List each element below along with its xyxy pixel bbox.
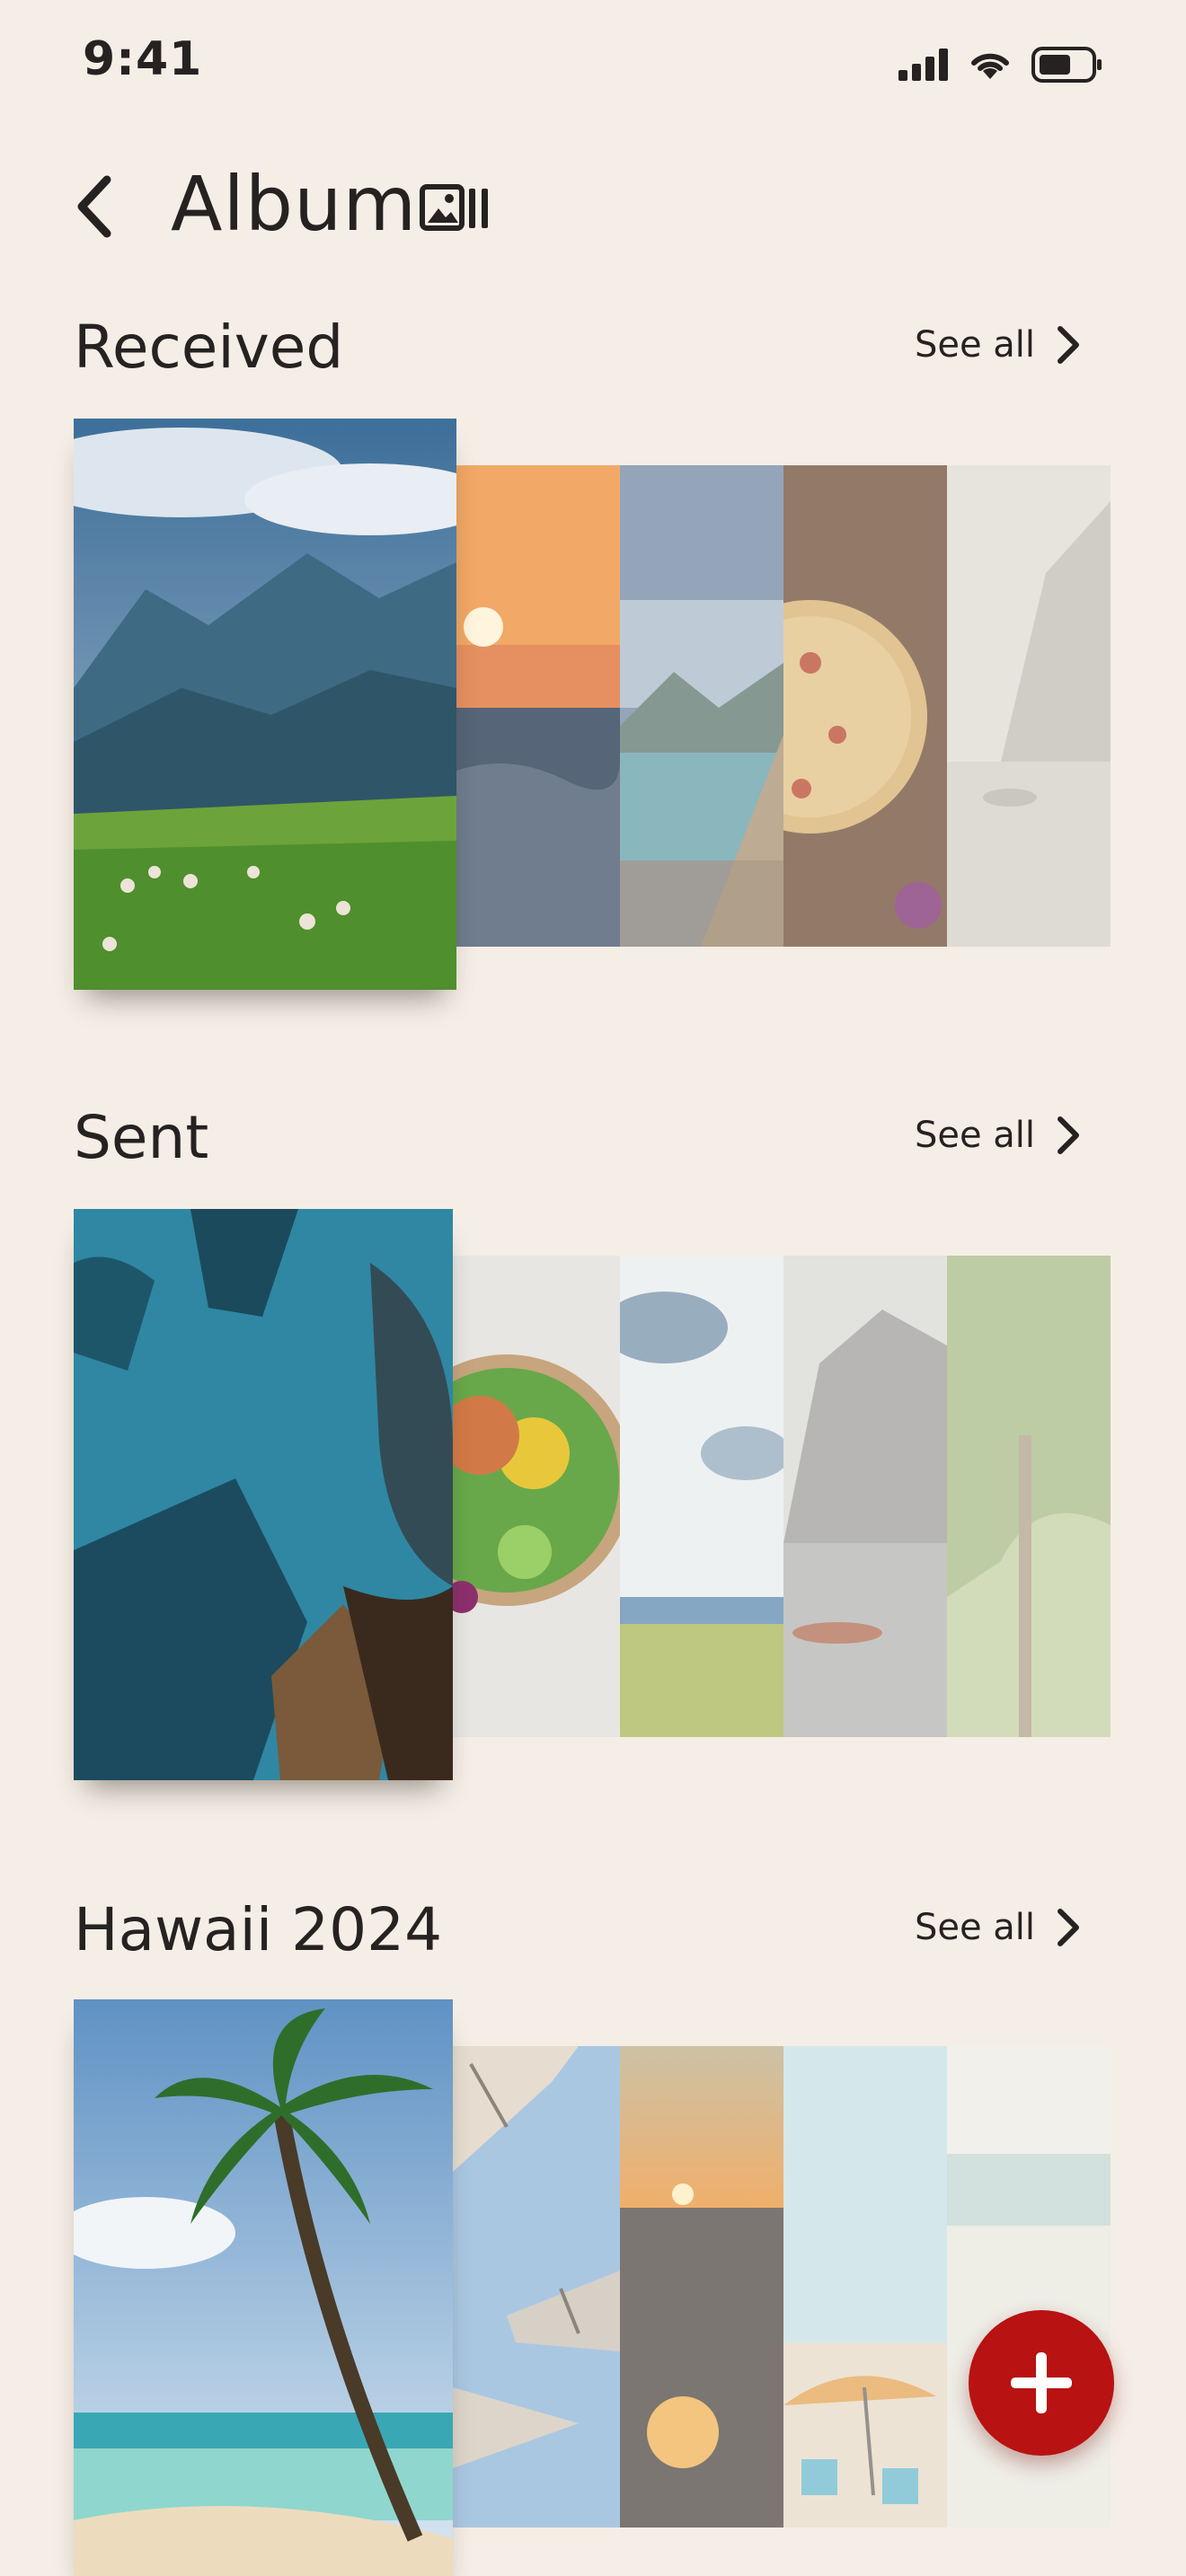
see-all-label: See all <box>914 1907 1035 1948</box>
section-hawaii-2024: Hawaii 2024 See all <box>0 1895 1186 1994</box>
status-icons <box>898 45 1103 84</box>
album-cover-photo[interactable] <box>74 1999 453 2576</box>
photo-strip-hawaii <box>0 1999 1186 2576</box>
section-title: Sent <box>74 1103 209 1172</box>
photo-thumb[interactable] <box>947 465 1111 947</box>
see-all-button[interactable]: See all <box>915 325 1080 365</box>
back-icon <box>77 175 111 238</box>
header: Album <box>0 144 1186 260</box>
album-icon[interactable] <box>419 183 491 234</box>
chevron-right-icon <box>1058 1116 1079 1154</box>
photo-thumb[interactable] <box>783 1256 947 1737</box>
photo-thumb[interactable] <box>783 2046 947 2527</box>
status-time: 9:41 <box>83 32 203 86</box>
photo-thumb[interactable] <box>947 2046 1111 2527</box>
photo-thumb[interactable] <box>453 1256 620 1737</box>
photo-thumb[interactable] <box>456 465 620 947</box>
page-title: Album <box>171 160 418 248</box>
chevron-right-icon <box>1058 326 1079 364</box>
album-cover-photo[interactable] <box>74 1209 453 1780</box>
add-album-button[interactable] <box>969 2310 1114 2456</box>
chevron-right-icon <box>1058 1909 1079 1946</box>
photo-thumb[interactable] <box>947 1256 1111 1737</box>
photo-thumb[interactable] <box>620 465 783 947</box>
photo-thumb[interactable] <box>620 2046 783 2527</box>
section-received: Received See all <box>0 313 1186 411</box>
section-title: Hawaii 2024 <box>74 1895 443 1964</box>
see-all-label: See all <box>914 1115 1035 1156</box>
battery-icon <box>1031 47 1102 83</box>
photo-strip-received <box>0 419 1186 993</box>
signal-icon <box>898 49 948 81</box>
photo-thumb[interactable] <box>620 1256 783 1737</box>
album-cover-photo[interactable] <box>74 419 456 990</box>
plus-icon <box>1011 2352 1072 2413</box>
wifi-icon <box>971 53 1009 79</box>
see-all-button[interactable]: See all <box>915 1908 1080 1947</box>
photo-strip-sent <box>0 1209 1186 1784</box>
back-button[interactable] <box>63 171 126 243</box>
section-sent: Sent See all <box>0 1103 1186 1202</box>
photo-thumb[interactable] <box>453 2046 620 2527</box>
photo-thumb[interactable] <box>783 465 947 947</box>
status-bar: 9:41 <box>0 0 1186 126</box>
see-all-label: See all <box>914 324 1035 366</box>
section-title: Received <box>74 313 344 382</box>
see-all-button[interactable]: See all <box>915 1116 1080 1155</box>
